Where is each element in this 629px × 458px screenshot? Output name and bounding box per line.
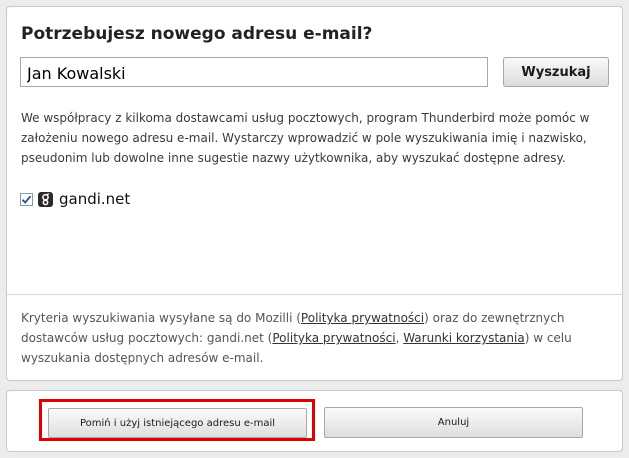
cancel-button[interactable]: Anuluj <box>324 407 583 438</box>
privacy-text-part1: Kryteria wyszukiwania wysyłane są do Moz… <box>21 311 301 325</box>
provider-checkbox[interactable] <box>20 192 33 206</box>
mozilla-privacy-policy-link[interactable]: Polityka prywatności <box>301 311 424 325</box>
search-button[interactable]: Wyszukaj <box>503 57 609 87</box>
provider-terms-link[interactable]: Warunki korzystania <box>403 331 525 345</box>
provider-description: We współpracy z kilkoma dostawcami usług… <box>21 111 590 165</box>
provider-name: gandi.net <box>59 190 131 208</box>
search-panel: Potrzebujesz nowego adresu e-mail? Wyszu… <box>6 6 623 381</box>
action-buttons-panel: Pomiń i użyj istniejącego adresu e-mail … <box>6 390 623 452</box>
name-search-input[interactable] <box>20 57 488 87</box>
gandi-logo-icon <box>38 191 53 207</box>
skip-use-existing-email-button[interactable]: Pomiń i użyj istniejącego adresu e-mail <box>48 408 307 438</box>
dialog-title: Potrzebujesz nowego adresu e-mail? <box>21 24 373 44</box>
account-provisioner-dialog: Potrzebujesz nowego adresu e-mail? Wyszu… <box>0 0 629 458</box>
privacy-note: Kryteria wyszukiwania wysyłane są do Moz… <box>21 308 617 368</box>
checkmark-icon <box>21 194 32 205</box>
divider <box>7 294 622 295</box>
provider-item-gandi: gandi.net <box>20 189 130 209</box>
provider-privacy-policy-link[interactable]: Polityka prywatności <box>272 331 395 345</box>
